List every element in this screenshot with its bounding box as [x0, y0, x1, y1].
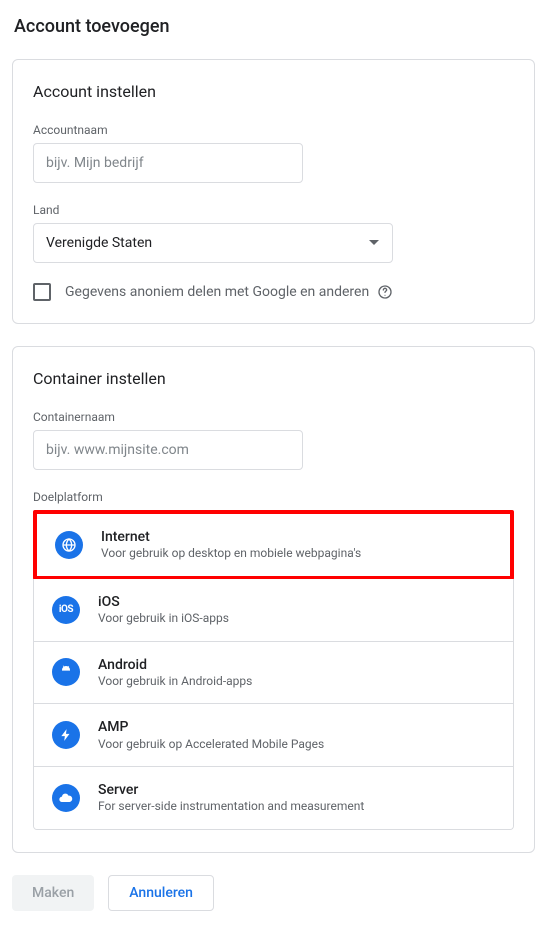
- container-name-label: Containernaam: [33, 410, 514, 424]
- country-select-value: Verenigde Staten: [46, 235, 152, 251]
- share-data-label-wrap: Gegevens anoniem delen met Google en and…: [65, 284, 393, 300]
- country-label: Land: [33, 203, 514, 217]
- platform-title: Server: [98, 781, 364, 799]
- platform-desc: Voor gebruik in iOS-apps: [98, 611, 229, 627]
- share-data-row: Gegevens anoniem delen met Google en and…: [33, 283, 514, 301]
- help-icon[interactable]: [377, 284, 393, 300]
- platform-highlight: Internet Voor gebruik op desktop en mobi…: [33, 510, 514, 580]
- account-name-field: Accountnaam: [33, 123, 514, 183]
- platform-desc: Voor gebruik op desktop en mobiele webpa…: [101, 546, 361, 562]
- platform-option-android[interactable]: Android Voor gebruik in Android-apps: [34, 642, 513, 705]
- platform-desc: Voor gebruik in Android-apps: [98, 674, 252, 690]
- account-section-title: Account instellen: [33, 82, 514, 101]
- platform-option-amp[interactable]: AMP Voor gebruik op Accelerated Mobile P…: [34, 704, 513, 767]
- country-field: Land Verenigde Staten: [33, 203, 514, 263]
- account-name-label: Accountnaam: [33, 123, 514, 137]
- platform-option-server[interactable]: Server For server-side instrumentation a…: [34, 767, 513, 829]
- bolt-icon: [52, 721, 80, 749]
- platform-desc: For server-side instrumentation and meas…: [98, 799, 364, 815]
- platform-desc: Voor gebruik op Accelerated Mobile Pages: [98, 737, 324, 753]
- cancel-button[interactable]: Annuleren: [108, 875, 214, 911]
- account-setup-card: Account instellen Accountnaam Land Veren…: [12, 59, 535, 324]
- share-data-checkbox[interactable]: [33, 283, 51, 301]
- platform-option-internet[interactable]: Internet Voor gebruik op desktop en mobi…: [37, 514, 510, 576]
- platform-title: Android: [98, 656, 252, 674]
- globe-icon: [55, 531, 83, 559]
- platform-label: Doelplatform: [33, 490, 514, 504]
- account-name-input[interactable]: [33, 143, 303, 183]
- platform-title: iOS: [98, 593, 229, 611]
- container-setup-card: Container instellen Containernaam Doelpl…: [12, 346, 535, 853]
- platform-list: iOS iOS Voor gebruik in iOS-apps Android…: [33, 579, 514, 830]
- container-name-input[interactable]: [33, 430, 303, 470]
- platform-title: Internet: [101, 528, 361, 546]
- platform-option-ios[interactable]: iOS iOS Voor gebruik in iOS-apps: [34, 579, 513, 642]
- share-data-label: Gegevens anoniem delen met Google en and…: [65, 284, 369, 300]
- container-name-field: Containernaam: [33, 410, 514, 470]
- page-title: Account toevoegen: [14, 16, 535, 37]
- platform-title: AMP: [98, 718, 324, 736]
- create-button[interactable]: Maken: [12, 875, 94, 911]
- android-icon: [52, 658, 80, 686]
- container-section-title: Container instellen: [33, 369, 514, 388]
- cloud-icon: [52, 784, 80, 812]
- ios-icon: iOS: [52, 596, 80, 624]
- footer-buttons: Maken Annuleren: [12, 875, 535, 911]
- country-select[interactable]: Verenigde Staten: [33, 223, 393, 263]
